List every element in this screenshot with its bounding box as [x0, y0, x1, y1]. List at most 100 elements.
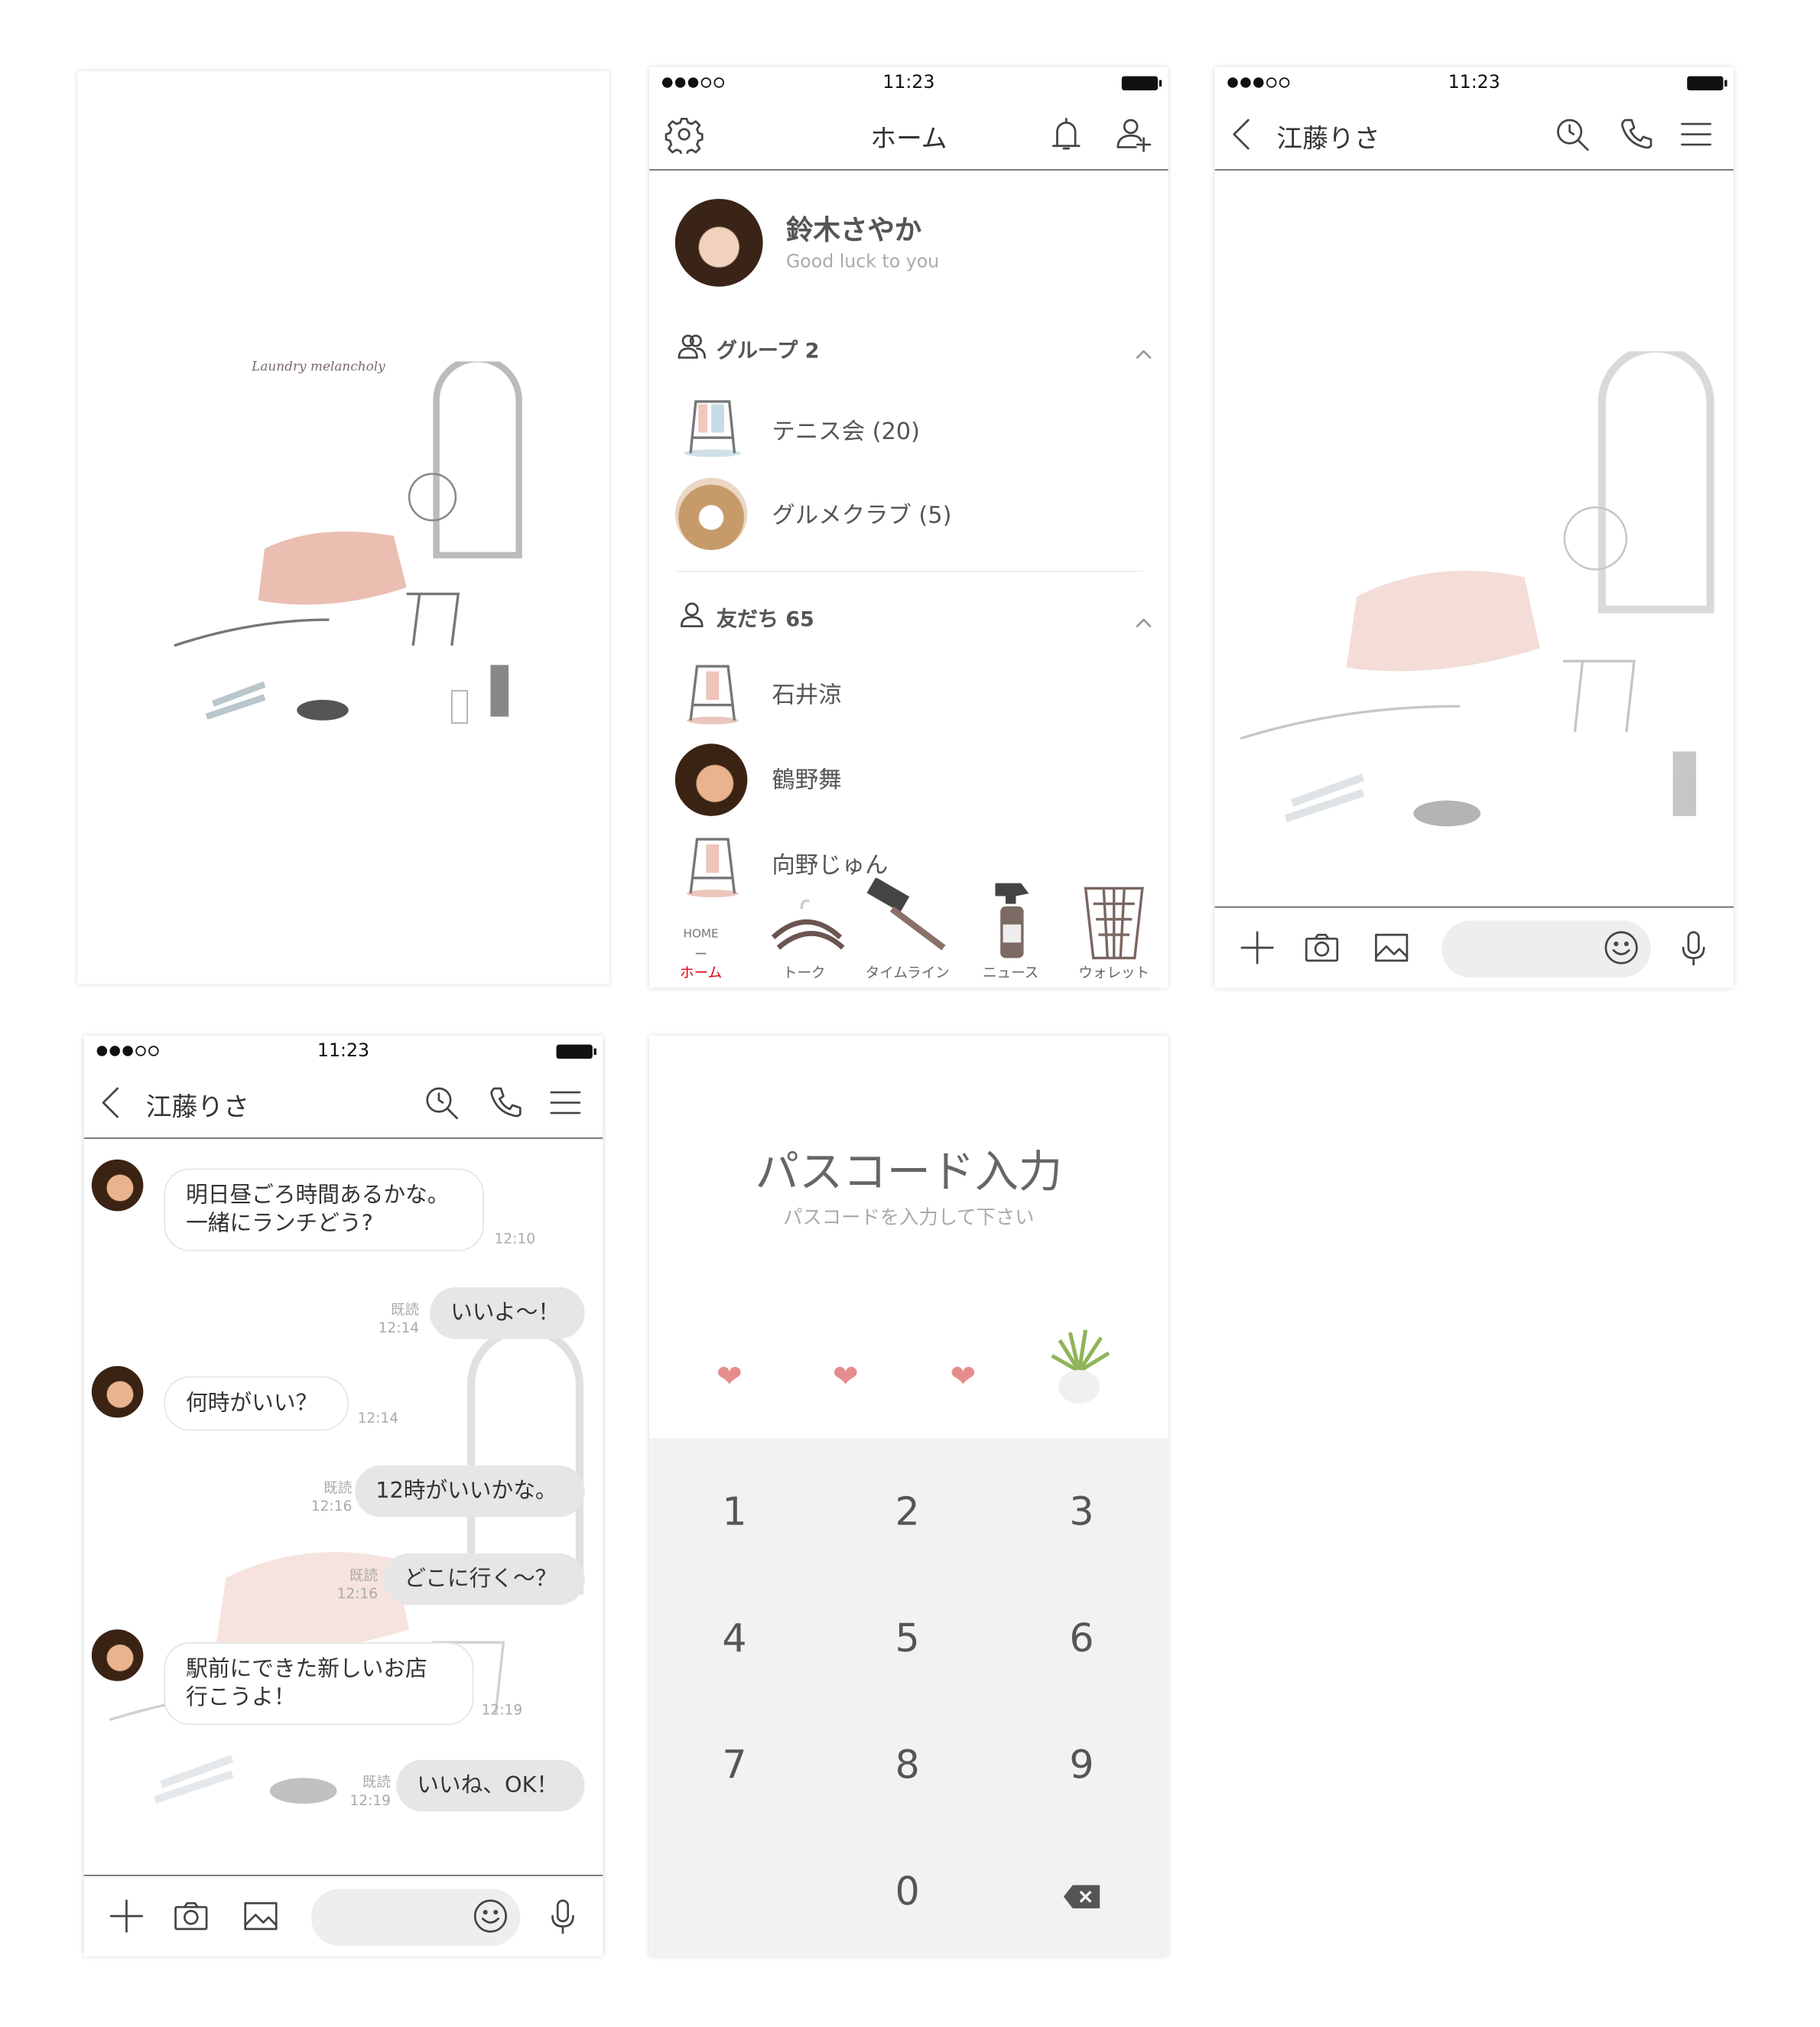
- passcode-subtitle: パスコードを入力して下さい: [783, 1205, 1035, 1229]
- menu-icon[interactable]: [1677, 115, 1716, 154]
- chat-title: 江藤りさ: [145, 1091, 249, 1122]
- tab-news[interactable]: ニュース: [959, 962, 1062, 983]
- message-bubble-received: 明日昼ごろ時間あるかな。 一緒にランチどう?: [164, 1168, 485, 1251]
- tab-home[interactable]: ホーム: [649, 962, 752, 983]
- read-label: 既読: [349, 1567, 379, 1585]
- phone-icon[interactable]: [486, 1083, 525, 1122]
- tennis-group-avatar: [681, 394, 745, 458]
- backspace-icon[interactable]: [1062, 1884, 1101, 1910]
- tab-active-indicator: [695, 952, 707, 955]
- message-bubble-received: 駅前にできた新しいお店 行こうよ！: [164, 1642, 474, 1726]
- chevron-up-icon[interactable]: [1135, 610, 1153, 628]
- group-icon: [678, 333, 706, 360]
- battery-icon: [1121, 76, 1162, 91]
- friends-section-header[interactable]: 友だち 65: [717, 602, 814, 633]
- microphone-icon[interactable]: [1674, 929, 1713, 968]
- message-bubble-received: 何時がいい？: [164, 1376, 349, 1431]
- chevron-up-icon[interactable]: [1135, 341, 1153, 359]
- message-time: 12:19: [349, 1791, 391, 1809]
- tab-home-sublabel: HOME: [683, 928, 719, 942]
- key-2[interactable]: 2: [843, 1490, 972, 1535]
- search-icon[interactable]: [1553, 115, 1592, 154]
- profile-name[interactable]: 鈴木さやか: [786, 209, 921, 248]
- read-receipt: 既読 12:19: [349, 1774, 391, 1810]
- battery-icon: [1687, 76, 1727, 91]
- back-icon[interactable]: [92, 1083, 131, 1122]
- heart-icon: ❤: [832, 1358, 859, 1395]
- key-0[interactable]: 0: [843, 1869, 972, 1915]
- home-header: ホーム: [649, 99, 1168, 171]
- chat-screen: 11:23 江藤りさ 明日昼ごろ時間あるかな。 一緒にランチどう? 12:10 …: [83, 1035, 603, 1957]
- passcode-title: パスコード入力: [755, 1146, 1063, 1199]
- message-bubble-sent: 12時がいいかな。: [355, 1465, 585, 1518]
- plus-icon[interactable]: [107, 1897, 146, 1936]
- home-screen: 11:23 ホーム 鈴木さやか Good luck to you グループ 2 …: [649, 67, 1168, 988]
- phone-icon[interactable]: [1617, 115, 1656, 154]
- contact-avatar[interactable]: [91, 1629, 144, 1681]
- add-friend-icon[interactable]: [1114, 115, 1153, 154]
- key-1[interactable]: 1: [670, 1490, 799, 1535]
- bell-icon[interactable]: [1047, 115, 1086, 154]
- message-bubble-sent: どこに行く～？: [383, 1553, 585, 1606]
- laundry-illustration: [174, 361, 522, 724]
- hanger-icon: [768, 891, 845, 951]
- brush-icon: [866, 877, 957, 955]
- key-4[interactable]: 4: [670, 1616, 799, 1661]
- emoji-icon[interactable]: [1602, 929, 1641, 968]
- message-time: 12:10: [494, 1230, 536, 1248]
- clock: 11:23: [317, 1040, 370, 1062]
- plus-icon[interactable]: [1238, 929, 1277, 968]
- group-name[interactable]: グルメクラブ (5): [772, 497, 951, 531]
- key-5[interactable]: 5: [843, 1616, 972, 1661]
- gourmet-group-avatar: [674, 477, 748, 551]
- key-3[interactable]: 3: [1017, 1490, 1146, 1535]
- basket-icon: [1077, 878, 1150, 961]
- profile-avatar[interactable]: [674, 198, 763, 287]
- read-receipt: 既読 12:14: [379, 1302, 420, 1338]
- microphone-icon[interactable]: [544, 1897, 583, 1936]
- chat-input-bar: [1214, 906, 1734, 988]
- chat-header: 江藤りさ: [1214, 99, 1734, 171]
- status-bar: 11:23: [84, 1036, 603, 1068]
- key-7[interactable]: 7: [670, 1743, 799, 1788]
- friend-name[interactable]: 鶴野舞: [772, 762, 841, 796]
- tab-talk[interactable]: トーク: [752, 962, 856, 983]
- chat-input-bar: [83, 1874, 603, 1957]
- clock: 11:23: [882, 72, 935, 93]
- message-time: 12:16: [310, 1498, 353, 1515]
- page-title: ホーム: [870, 122, 947, 154]
- menu-icon[interactable]: [546, 1083, 585, 1122]
- message-bubble-sent: いいよ～！: [430, 1287, 585, 1339]
- camera-icon[interactable]: [172, 1897, 211, 1936]
- image-icon[interactable]: [1372, 929, 1411, 968]
- image-icon[interactable]: [242, 1897, 281, 1936]
- friend-name[interactable]: 向野じゅん: [772, 847, 888, 880]
- read-receipt: 既読 12:16: [337, 1567, 379, 1603]
- key-8[interactable]: 8: [843, 1743, 972, 1788]
- read-label: 既読: [390, 1301, 420, 1319]
- key-6[interactable]: 6: [1017, 1616, 1146, 1661]
- key-9[interactable]: 9: [1017, 1743, 1146, 1788]
- theme-cover-panel: Laundry melancholy: [77, 70, 609, 984]
- read-receipt: 既読 12:16: [311, 1479, 353, 1515]
- friend-avatar: [681, 661, 745, 725]
- tab-wallet[interactable]: ウォレット: [1062, 962, 1165, 983]
- spray-bottle-icon: [987, 878, 1039, 961]
- passcode-screen: パスコード入力 パスコードを入力して下さい ❤ ❤ ❤ 1 2 3 4 5 6 …: [649, 1035, 1168, 1957]
- contact-avatar[interactable]: [91, 1159, 144, 1212]
- tab-timeline[interactable]: タイムライン: [856, 962, 959, 983]
- background-illustration: [1240, 351, 1714, 827]
- search-icon[interactable]: [422, 1083, 461, 1122]
- friend-name[interactable]: 石井涼: [772, 677, 841, 711]
- emoji-icon[interactable]: [471, 1897, 510, 1936]
- back-icon[interactable]: [1223, 115, 1262, 154]
- contact-avatar[interactable]: [91, 1365, 144, 1418]
- message-time: 12:14: [357, 1410, 399, 1427]
- group-section-header[interactable]: グループ 2: [717, 333, 820, 365]
- profile-status: Good luck to you: [785, 252, 940, 273]
- friend-avatar: [681, 834, 745, 898]
- camera-icon[interactable]: [1302, 929, 1341, 968]
- plant-icon: [1051, 1329, 1110, 1404]
- status-bar: 11:23: [649, 67, 1168, 99]
- group-name[interactable]: テニス会 (20): [772, 413, 920, 447]
